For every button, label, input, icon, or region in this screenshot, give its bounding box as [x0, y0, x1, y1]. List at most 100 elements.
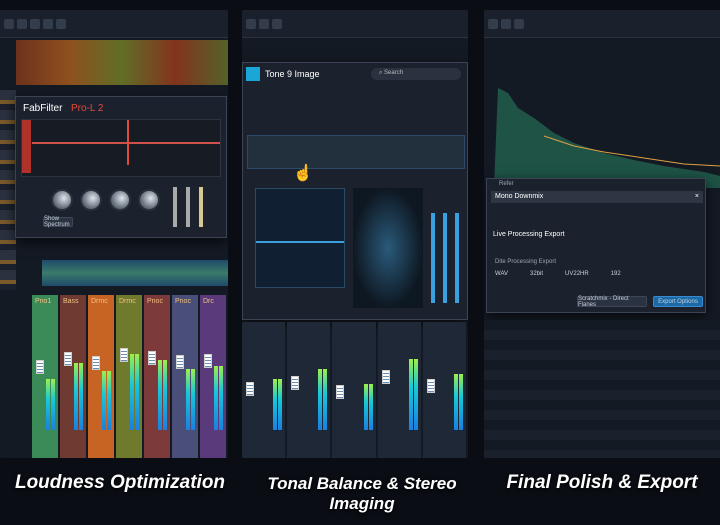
option-wav[interactable]: WAV [495, 271, 508, 277]
option-sample-rate[interactable]: 192 [611, 271, 621, 277]
channel-strip: Drmc [88, 295, 114, 458]
volume-fader[interactable] [176, 355, 184, 369]
option-dither[interactable]: UV22HR [565, 271, 589, 277]
output-fader[interactable] [199, 187, 203, 227]
volume-fader[interactable] [64, 352, 72, 366]
channel-strip [422, 322, 466, 458]
meter-left [130, 354, 134, 430]
toolbar-button[interactable] [246, 18, 256, 29]
search-input[interactable]: ⌕ Search [371, 68, 461, 80]
volume-fader[interactable] [246, 382, 254, 396]
meter-left [186, 368, 190, 430]
close-icon[interactable]: × [695, 193, 699, 200]
volume-fader[interactable] [381, 370, 390, 384]
toolbar-button[interactable] [501, 18, 511, 29]
channel-name: Drmc [91, 298, 108, 305]
tone-image-plugin-window: Tone 9 Image ⌕ Search ☝ [242, 62, 468, 320]
attack-knob[interactable] [109, 189, 131, 211]
preset-row: Live Processing Export [493, 231, 565, 238]
width-fader[interactable] [455, 213, 459, 303]
loudness-graph [21, 119, 221, 177]
meter-left [408, 358, 413, 430]
output-fader[interactable] [186, 187, 190, 227]
volume-fader[interactable] [92, 356, 100, 371]
channel-strip: Drc [200, 295, 226, 458]
channel-strip [332, 322, 376, 458]
volume-fader[interactable] [291, 376, 300, 390]
toolbar-button[interactable] [488, 18, 498, 29]
toolbar-button[interactable] [272, 18, 282, 29]
export-options-button[interactable]: Export Options [653, 296, 703, 307]
channel-strip [242, 322, 286, 458]
meter-left [158, 360, 162, 430]
meter-right [323, 368, 328, 430]
export-panel: Refer Mono Downmix × Live Processing Expo… [484, 10, 720, 458]
toolbar-button[interactable] [4, 18, 14, 29]
meter-left [273, 379, 278, 430]
meter-right [163, 360, 167, 430]
meter-left [74, 362, 78, 430]
volume-fader[interactable] [148, 350, 156, 365]
channel-strip: Drmc [116, 295, 142, 458]
caption-tonal: Tonal Balance & Stereo Imaging [267, 474, 457, 513]
mixer: Pno1 Bass Drmc Drmc Pnoc Pnoc Drc [32, 295, 228, 458]
channel-name: Bass [63, 298, 79, 305]
plugin-logo-icon [246, 67, 260, 81]
meter-right [135, 354, 139, 430]
scratchmix-button[interactable]: Scratchmix - Direct Flanes [577, 296, 647, 308]
module-rack [247, 135, 465, 169]
meter-right [79, 362, 83, 430]
release-knob[interactable] [138, 189, 160, 211]
lookahead-knob[interactable] [80, 189, 102, 211]
meter-right [107, 371, 111, 430]
section-label: Dite Processing Export [495, 259, 557, 265]
volume-fader[interactable] [120, 347, 128, 362]
channel-strip [287, 322, 331, 458]
channel-name: Drmc [119, 298, 136, 305]
option-bit-depth[interactable]: 32bit [530, 271, 543, 277]
waveform-track [42, 260, 228, 286]
stereo-vectorscope [353, 188, 423, 308]
search-placeholder: Search [384, 70, 404, 76]
arrangement-tracks [16, 40, 228, 85]
track-list [0, 90, 16, 290]
plugin-brand: FabFilter [23, 103, 63, 114]
meter-right [191, 368, 195, 430]
dialog-title-bar: Mono Downmix × [491, 191, 703, 203]
mixer [242, 322, 468, 458]
channel-name: Drc [203, 298, 214, 305]
meter-left [363, 384, 368, 430]
channel-name: Pnoc [175, 298, 191, 305]
width-fader[interactable] [443, 213, 447, 303]
toolbar-button[interactable] [17, 18, 27, 29]
meter-right [458, 373, 463, 430]
meter-left [453, 373, 458, 430]
meter-right [51, 378, 55, 430]
loudness-panel: FabFilter Pro-L 2 Show Spectrum Pno1 Bass… [0, 10, 228, 458]
show-spectrum-button[interactable]: Show Spectrum [43, 216, 73, 228]
volume-fader[interactable] [426, 379, 435, 393]
channel-name: Pnoc [147, 298, 163, 305]
toolbar-button[interactable] [43, 18, 53, 29]
caption-export: Final Polish & Export [506, 472, 698, 493]
toolbar-button[interactable] [514, 18, 524, 29]
spectrum-analyzer [494, 88, 720, 188]
output-fader[interactable] [173, 187, 177, 227]
volume-fader[interactable] [204, 353, 212, 368]
toolbar-button[interactable] [56, 18, 66, 29]
toolbar-button[interactable] [259, 18, 269, 29]
volume-fader[interactable] [336, 385, 345, 399]
plugin-name: Pro-L 2 [71, 103, 104, 114]
meter-right [368, 384, 373, 430]
eq-graph [255, 188, 345, 288]
volume-fader[interactable] [36, 359, 44, 374]
width-fader[interactable] [431, 213, 435, 303]
daw-toolbar [484, 10, 720, 38]
meter-right [219, 366, 223, 430]
export-dialog: Refer Mono Downmix × Live Processing Expo… [486, 178, 706, 313]
gain-knob[interactable] [51, 189, 73, 211]
toolbar-button[interactable] [30, 18, 40, 29]
cursor-hand-icon: ☝ [293, 165, 313, 182]
format-options: WAV 32bit UV22HR 192 [495, 271, 621, 277]
channel-strip: Pnoc [172, 295, 198, 458]
